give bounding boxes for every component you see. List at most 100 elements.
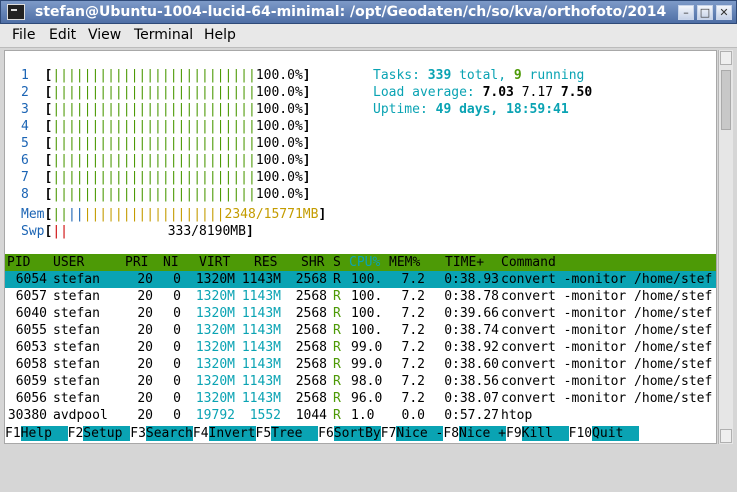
cell-cmd: convert -monitor /home/stef xyxy=(501,306,713,321)
cell-res: 1143M xyxy=(241,391,281,406)
cpu-label: 4 xyxy=(21,119,29,134)
cell-user: stefan xyxy=(53,306,100,321)
col-cpu[interactable]: CPU% xyxy=(349,254,380,271)
cpu-percent: 100.0% xyxy=(255,136,303,151)
cell-virt: 1320M xyxy=(195,374,235,389)
cell-cpu: 99.0 xyxy=(351,357,383,372)
table-row[interactable]: 6040 stefan 20 0 1320M 1143M 2568 R 100. 7.2 0:39.… xyxy=(5,305,716,322)
col-s[interactable]: S xyxy=(333,254,341,271)
fkey-8[interactable]: F8 xyxy=(443,426,459,441)
col-command[interactable]: Command xyxy=(501,254,556,271)
col-res[interactable]: RES xyxy=(254,254,277,271)
fkey-6[interactable]: F6 xyxy=(318,426,334,441)
table-row[interactable]: 6056 stefan 20 0 1320M 1143M 2568 R 96.0 7.2 0:38.… xyxy=(5,390,716,407)
cell-user: stefan xyxy=(53,272,100,287)
cpu-meter: 8 [||||||||||||||||||||||||||100.0%] xyxy=(21,187,311,202)
uptime-line: Uptime: 49 days, 18:59:41 xyxy=(373,102,569,117)
cell-mem: 7.2 xyxy=(401,374,425,389)
scroll-down-button[interactable] xyxy=(720,429,732,443)
menu-edit[interactable]: Edit xyxy=(49,27,76,43)
cell-s: R xyxy=(333,323,341,338)
close-button[interactable]: ✕ xyxy=(716,5,732,20)
fkey-7[interactable]: F7 xyxy=(381,426,397,441)
fkey-label-2[interactable]: Setup xyxy=(83,426,131,441)
cell-time: 0:57.27 xyxy=(444,408,499,423)
cell-time: 0:39.66 xyxy=(444,306,499,321)
col-pid[interactable]: PID xyxy=(7,254,30,271)
cell-user: stefan xyxy=(53,323,100,338)
window-title: stefan@Ubuntu-1004-lucid-64-minimal: /op… xyxy=(35,4,667,20)
fkey-3[interactable]: F3 xyxy=(130,426,146,441)
cell-ni: 0 xyxy=(173,408,181,423)
cell-res: 1143M xyxy=(241,306,281,321)
menu-file[interactable]: File xyxy=(12,27,35,43)
cpu-bar: |||||||||||||||||||||||||| xyxy=(52,102,256,117)
fkey-2[interactable]: F2 xyxy=(68,426,84,441)
cell-s: R xyxy=(333,289,341,304)
menu-help[interactable]: Help xyxy=(204,27,236,43)
col-ni[interactable]: NI xyxy=(163,254,179,271)
cell-cmd: convert -monitor /home/stef xyxy=(501,323,713,338)
fkey-label-3[interactable]: Search xyxy=(145,426,193,441)
fkey-9[interactable]: F9 xyxy=(506,426,522,441)
col-shr[interactable]: SHR xyxy=(301,254,324,271)
fkey-label-8[interactable]: Nice + xyxy=(459,426,506,441)
fkey-label-1[interactable]: Help xyxy=(20,426,68,441)
scroll-thumb[interactable] xyxy=(721,70,731,130)
cpu-label: 6 xyxy=(21,153,29,168)
fkey-10[interactable]: F10 xyxy=(569,426,592,441)
table-row[interactable]: 6055 stefan 20 0 1320M 1143M 2568 R 100. 7.2 0:38.… xyxy=(5,322,716,339)
uptime-value: 49 days, 18:59:41 xyxy=(435,102,569,117)
cpu-label: 2 xyxy=(21,85,29,100)
table-row-selected[interactable]: 6054 stefan 20 0 1320M 1143M 2568 R 100. 7.2 0:38.… xyxy=(5,271,716,288)
cell-virt: 1320M xyxy=(195,357,235,372)
col-pri[interactable]: PRI xyxy=(125,254,148,271)
table-row[interactable]: 6057 stefan 20 0 1320M 1143M 2568 R 100. 7.2 0:38.… xyxy=(5,288,716,305)
col-time[interactable]: TIME+ xyxy=(445,254,484,271)
fkey-label-5[interactable]: Tree xyxy=(271,426,319,441)
terminal-app-icon xyxy=(7,4,25,20)
cell-virt: 1320M xyxy=(195,289,235,304)
cell-time: 0:38.07 xyxy=(444,391,499,406)
fkey-label-7[interactable]: Nice - xyxy=(396,426,444,441)
fkey-label-9[interactable]: Kill xyxy=(521,426,569,441)
minimize-button[interactable]: – xyxy=(678,5,694,20)
process-table-header[interactable]: PID USER PRI NI VIRT RES SHR S CPU% MEM%… xyxy=(5,254,716,271)
menu-terminal[interactable]: Terminal xyxy=(134,27,193,43)
cpu-bar: |||||||||||||||||||||||||| xyxy=(52,187,256,202)
col-user[interactable]: USER xyxy=(53,254,84,271)
fkey-label-4[interactable]: Invert xyxy=(208,426,256,441)
cell-pid: 6054 xyxy=(15,272,47,287)
cpu-meter: 5 [||||||||||||||||||||||||||100.0%] xyxy=(21,136,311,151)
fkey-5[interactable]: F5 xyxy=(256,426,272,441)
cell-pid: 6058 xyxy=(15,357,47,372)
table-row[interactable]: 6059 stefan 20 0 1320M 1143M 2568 R 98.0 7.2 0:38.… xyxy=(5,373,716,390)
cell-res: 1552 xyxy=(249,408,281,423)
scroll-up-button[interactable] xyxy=(720,51,732,65)
cell-s: R xyxy=(333,408,341,423)
cpu-bar: |||||||||||||||||||||||||| xyxy=(52,136,256,151)
cpu-percent: 100.0% xyxy=(255,85,303,100)
table-row[interactable]: 6058 stefan 20 0 1320M 1143M 2568 R 99.0 7.2 0:38.… xyxy=(5,356,716,373)
load-1: 7.03 xyxy=(482,85,514,100)
cpu-bar: |||||||||||||||||||||||||| xyxy=(52,85,256,100)
fkey-4[interactable]: F4 xyxy=(193,426,209,441)
function-key-bar: F1Help F2Setup F3SearchF4InvertF5Tree F6… xyxy=(5,425,716,442)
col-mem[interactable]: MEM% xyxy=(389,254,420,271)
fkey-label-10[interactable]: Quit xyxy=(592,426,640,441)
col-virt[interactable]: VIRT xyxy=(199,254,230,271)
menu-view[interactable]: View xyxy=(88,27,121,43)
swp-value: 333/8190MB xyxy=(167,224,246,239)
fkey-1[interactable]: F1 xyxy=(5,426,21,441)
swp-bar: || xyxy=(52,224,68,239)
maximize-button[interactable]: □ xyxy=(697,5,713,20)
cell-ni: 0 xyxy=(173,340,181,355)
table-row[interactable]: 6053 stefan 20 0 1320M 1143M 2568 R 99.0 7.2 0:38.… xyxy=(5,339,716,356)
terminal-screen[interactable]: 1 [||||||||||||||||||||||||||100.0%] 2 [|… xyxy=(4,50,717,444)
table-row[interactable]: 30380 avdpool 20 0 19792 1552 1044 R 1.0 0.0 0:57.… xyxy=(5,407,716,424)
cell-time: 0:38.93 xyxy=(444,272,499,287)
cell-pid: 6059 xyxy=(15,374,47,389)
fkey-label-6[interactable]: SortBy xyxy=(333,426,381,441)
cell-pri: 20 xyxy=(137,340,153,355)
vertical-scrollbar[interactable] xyxy=(718,50,733,444)
